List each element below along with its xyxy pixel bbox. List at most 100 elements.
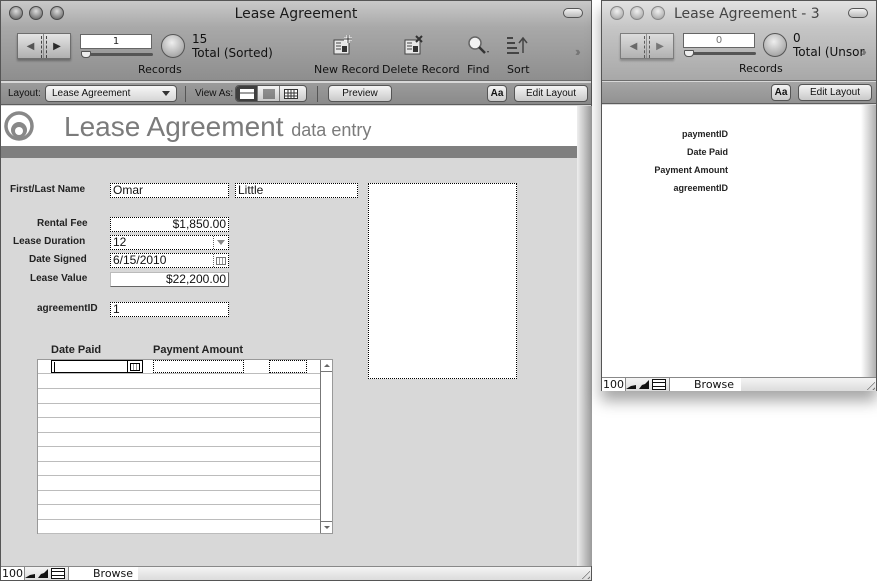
- second-status-bar: 100 Browse: [602, 377, 876, 391]
- zoom-in-icon[interactable]: [638, 379, 650, 390]
- date-paid-field[interactable]: [51, 360, 143, 373]
- name-label: First/Last Name: [10, 184, 86, 195]
- toggle-status-area-icon[interactable]: [652, 379, 666, 390]
- second-content: paymentID Date Paid Payment Amount agree…: [602, 105, 861, 377]
- edit-layout-button[interactable]: Edit Layout: [514, 85, 588, 102]
- resize-grip-icon[interactable]: [578, 567, 590, 579]
- portal-row[interactable]: [38, 506, 320, 520]
- portal-row[interactable]: [38, 360, 320, 374]
- toolbar-toggle-button[interactable]: [563, 8, 583, 18]
- record-navigator[interactable]: ◀ ▶: [17, 33, 71, 59]
- text-format-button[interactable]: Aa: [771, 84, 791, 101]
- portal-row[interactable]: [38, 390, 320, 404]
- record-slider-thumb[interactable]: [684, 50, 694, 57]
- record-slider-thumb[interactable]: [81, 51, 91, 58]
- calendar-icon[interactable]: [127, 361, 142, 372]
- main-content: Lease Agreement data entry First/Last Na…: [1, 106, 577, 566]
- second-layout-bar: Aa Edit Layout: [602, 82, 876, 104]
- record-slider[interactable]: [684, 52, 756, 55]
- portal-row[interactable]: [38, 491, 320, 505]
- date-signed-label: Date Signed: [29, 254, 87, 265]
- dropdown-arrow-icon[interactable]: [213, 236, 228, 249]
- zoom-in-icon[interactable]: [37, 568, 49, 579]
- zoom-out-icon[interactable]: [625, 379, 637, 390]
- layout-select[interactable]: Lease Agreement: [45, 85, 177, 102]
- date-signed-field[interactable]: 6/15/2010: [110, 253, 229, 268]
- new-record-label: New Record: [314, 63, 380, 76]
- zoom-level[interactable]: 100: [602, 378, 626, 391]
- view-as-form-button[interactable]: [236, 86, 258, 101]
- calendar-icon[interactable]: [213, 254, 228, 267]
- record-slider[interactable]: [81, 53, 153, 56]
- portal-row[interactable]: [38, 375, 320, 389]
- current-record-input[interactable]: 0: [683, 33, 755, 48]
- preview-button[interactable]: Preview: [328, 85, 392, 102]
- container-field[interactable]: [368, 183, 517, 379]
- minimize-button[interactable]: [630, 6, 644, 20]
- new-record-icon: [333, 35, 352, 55]
- scroll-up-button[interactable]: [321, 360, 332, 372]
- find-icon: [468, 36, 489, 54]
- portal-row[interactable]: [38, 477, 320, 491]
- lease-value-field: $22,200.00: [110, 272, 229, 287]
- view-as-table-button[interactable]: [280, 86, 302, 101]
- next-record-icon[interactable]: ▶: [44, 34, 70, 58]
- mode-indicator[interactable]: Browse: [669, 378, 741, 391]
- record-pie-icon: [763, 33, 787, 57]
- record-status: Total (Unsor: [793, 45, 865, 59]
- zoom-button[interactable]: [651, 6, 665, 20]
- lease-duration-dropdown[interactable]: 12: [110, 235, 229, 250]
- current-record-input[interactable]: 1: [80, 34, 152, 49]
- mode-indicator[interactable]: Browse: [68, 567, 138, 580]
- field-label-payment-amount: Payment Amount: [654, 165, 728, 175]
- portal-row[interactable]: [38, 433, 320, 447]
- record-status: Total (Sorted): [192, 46, 273, 60]
- date-signed-value: 6/15/2010: [113, 253, 167, 267]
- portal-extra-field[interactable]: [269, 360, 307, 373]
- portal-header-date-paid: Date Paid: [51, 344, 102, 356]
- table-view-icon: [284, 88, 298, 99]
- payment-amount-field[interactable]: [153, 360, 244, 373]
- portal-scrollbar[interactable]: [320, 360, 332, 533]
- record-count: 0: [793, 31, 801, 45]
- toolbar-toggle-button[interactable]: [848, 8, 868, 18]
- last-name-field[interactable]: Little: [235, 183, 358, 198]
- record-count: 15: [192, 32, 208, 46]
- records-label: Records: [739, 62, 783, 75]
- portal-row[interactable]: [38, 520, 320, 534]
- chevron-double-right-icon[interactable]: ››: [861, 44, 866, 59]
- next-record-icon[interactable]: ▶: [647, 34, 673, 58]
- layout-select-value: Lease Agreement: [52, 88, 131, 99]
- main-titlebar[interactable]: Lease Agreement: [1, 1, 591, 27]
- close-button[interactable]: [610, 6, 624, 20]
- field-label-agreement-id: agreementID: [673, 183, 728, 193]
- record-navigator[interactable]: ◀ ▶: [620, 33, 674, 59]
- view-as-list-button[interactable]: [258, 86, 280, 101]
- divider: [317, 86, 318, 102]
- edit-layout-button[interactable]: Edit Layout: [798, 84, 872, 101]
- view-as-label: View As:: [195, 88, 234, 99]
- chevron-double-right-icon[interactable]: ››: [575, 44, 580, 59]
- desktop: Lease Agreement ◀ ▶ 1 15 Total (Sorted) …: [0, 0, 877, 581]
- second-titlebar[interactable]: Lease Agreement - 3: [602, 1, 876, 27]
- text-format-button[interactable]: Aa: [487, 85, 507, 102]
- lease-duration-label: Lease Duration: [13, 236, 86, 247]
- portal-row[interactable]: [38, 404, 320, 418]
- second-toolbar: ◀ ▶ 0 0 Total (Unsor ›› Records: [602, 27, 876, 81]
- scroll-down-button[interactable]: [321, 521, 332, 533]
- resize-grip-icon[interactable]: [863, 378, 875, 390]
- agreement-id-label: agreementID: [37, 303, 98, 314]
- portal-row[interactable]: [38, 419, 320, 433]
- agreement-id-field[interactable]: 1: [110, 302, 229, 317]
- portal-row[interactable]: [38, 448, 320, 462]
- main-toolbar: ◀ ▶ 1 15 Total (Sorted) Records New Reco…: [1, 27, 591, 81]
- text-cursor: [54, 362, 55, 372]
- field-label-date-paid: Date Paid: [686, 147, 728, 157]
- zoom-out-icon[interactable]: [24, 568, 36, 579]
- toggle-status-area-icon[interactable]: [51, 568, 65, 579]
- rental-fee-field[interactable]: $1,850.00: [110, 217, 229, 232]
- portal-row[interactable]: [38, 462, 320, 476]
- first-name-field[interactable]: Omar: [110, 183, 229, 198]
- layout-bar: Layout: Lease Agreement View As: Preview: [1, 83, 591, 105]
- zoom-level[interactable]: 100: [1, 567, 25, 580]
